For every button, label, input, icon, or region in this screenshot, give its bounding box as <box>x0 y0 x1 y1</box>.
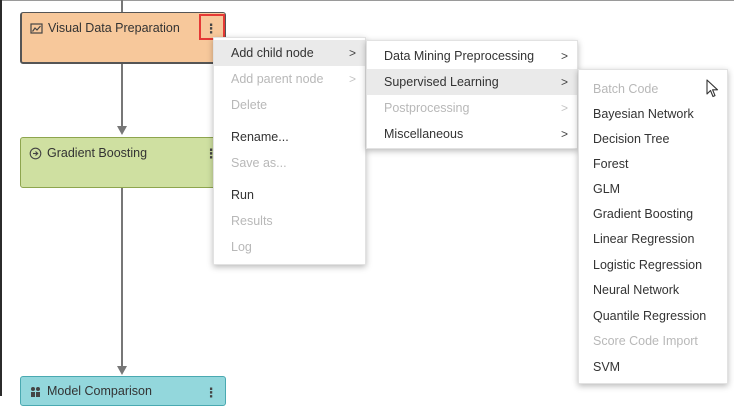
menu-item-decision-tree[interactable]: Decision Tree <box>579 126 727 152</box>
menu-item-label: Delete <box>231 98 268 112</box>
menu-item-label: Save as... <box>231 156 287 170</box>
menu-item-rename[interactable]: Rename... <box>214 124 365 150</box>
chevron-right-icon: > <box>560 127 568 141</box>
menu-item-logistic-regression[interactable]: Logistic Regression <box>579 252 727 278</box>
node-label: Visual Data Preparation <box>48 21 180 35</box>
data-prep-icon <box>30 22 43 35</box>
menu-item-batch-code[interactable]: Batch Code <box>579 76 727 102</box>
menu-item-postprocessing[interactable]: Postprocessing > <box>367 95 577 121</box>
node-options-icon[interactable]: ⋮ <box>203 384 219 400</box>
mouse-pointer-icon <box>706 79 720 99</box>
menu-item-svm[interactable]: SVM <box>579 354 727 380</box>
arrowhead-mc <box>117 366 127 375</box>
menu-item-delete[interactable]: Delete <box>214 92 365 118</box>
menu-item-label: Score Code Import <box>593 334 698 348</box>
chevron-right-icon: > <box>348 46 356 60</box>
menu-item-label: Linear Regression <box>593 232 695 246</box>
menu-item-log[interactable]: Log <box>214 234 365 260</box>
menu-item-label: Data Mining Preprocessing <box>384 49 535 63</box>
menu-item-bayesian-network[interactable]: Bayesian Network <box>579 101 727 127</box>
node-model-comparison[interactable]: Model Comparison ⋮ <box>20 376 226 406</box>
menu-item-label: Results <box>231 214 273 228</box>
menu-item-label: Decision Tree <box>593 132 670 146</box>
menu-item-gradient-boosting[interactable]: Gradient Boosting <box>579 201 727 227</box>
menu-item-linear-regression[interactable]: Linear Regression <box>579 226 727 252</box>
menu-item-label: Gradient Boosting <box>593 207 694 221</box>
arrow-circle-icon <box>29 147 42 160</box>
canvas-left-border <box>0 0 2 396</box>
chevron-right-icon: > <box>560 75 568 89</box>
menu-item-label: Quantile Regression <box>593 309 707 323</box>
menu-item-label: Rename... <box>231 130 289 144</box>
chevron-right-icon: > <box>348 72 356 86</box>
menu-item-supervised-learning[interactable]: Supervised Learning > <box>367 69 577 95</box>
connector-incoming <box>121 0 123 12</box>
menu-item-add-child-node[interactable]: Add child node > <box>214 40 365 66</box>
arrowhead-gb <box>117 126 127 135</box>
menu-item-results[interactable]: Results <box>214 208 365 234</box>
menu-item-score-code-import[interactable]: Score Code Import <box>579 328 727 354</box>
menu-item-data-mining-preprocessing[interactable]: Data Mining Preprocessing > <box>367 43 577 69</box>
node-label: Gradient Boosting <box>47 146 148 160</box>
supervised-learning-submenu: Batch Code Bayesian Network Decision Tre… <box>578 69 728 384</box>
node-visual-data-preparation[interactable]: Visual Data Preparation ⋮ <box>20 12 226 64</box>
menu-item-forest[interactable]: Forest <box>579 151 727 177</box>
menu-item-label: Batch Code <box>593 82 659 96</box>
menu-item-label: Log <box>231 240 252 254</box>
menu-item-label: SVM <box>593 360 621 374</box>
menu-item-miscellaneous[interactable]: Miscellaneous > <box>367 121 577 147</box>
menu-item-save-as[interactable]: Save as... <box>214 150 365 176</box>
menu-item-label: Add child node <box>231 46 314 60</box>
menu-item-label: GLM <box>593 182 621 196</box>
chevron-right-icon: > <box>560 49 568 63</box>
menu-item-label: Forest <box>593 157 629 171</box>
canvas-top-border <box>0 0 734 1</box>
menu-item-run[interactable]: Run <box>214 182 365 208</box>
menu-item-label: Logistic Regression <box>593 258 703 272</box>
connector-vdp-to-gb <box>121 64 123 128</box>
menu-item-label: Bayesian Network <box>593 107 694 121</box>
menu-item-add-parent-node[interactable]: Add parent node > <box>214 66 365 92</box>
menu-item-neural-network[interactable]: Neural Network <box>579 277 727 303</box>
node-title: Visual Data Preparation <box>30 21 180 35</box>
menu-item-quantile-regression[interactable]: Quantile Regression <box>579 303 727 329</box>
node-title: Gradient Boosting <box>29 146 147 160</box>
menu-item-label: Neural Network <box>593 283 680 297</box>
node-context-menu: Add child node > Add parent node > Delet… <box>213 37 366 265</box>
menu-item-glm[interactable]: GLM <box>579 176 727 202</box>
menu-item-label: Postprocessing <box>384 101 470 115</box>
child-node-submenu: Data Mining Preprocessing > Supervised L… <box>366 40 578 149</box>
menu-item-label: Add parent node <box>231 72 324 86</box>
menu-item-label: Supervised Learning <box>384 75 499 89</box>
node-gradient-boosting[interactable]: Gradient Boosting ⋮ <box>20 137 226 188</box>
menu-item-label: Miscellaneous <box>384 127 464 141</box>
chevron-right-icon: > <box>560 101 568 115</box>
menu-item-label: Run <box>231 188 254 202</box>
connector-gb-to-mc <box>121 188 123 368</box>
pipeline-canvas[interactable]: Visual Data Preparation ⋮ Gradient Boost… <box>0 0 734 406</box>
